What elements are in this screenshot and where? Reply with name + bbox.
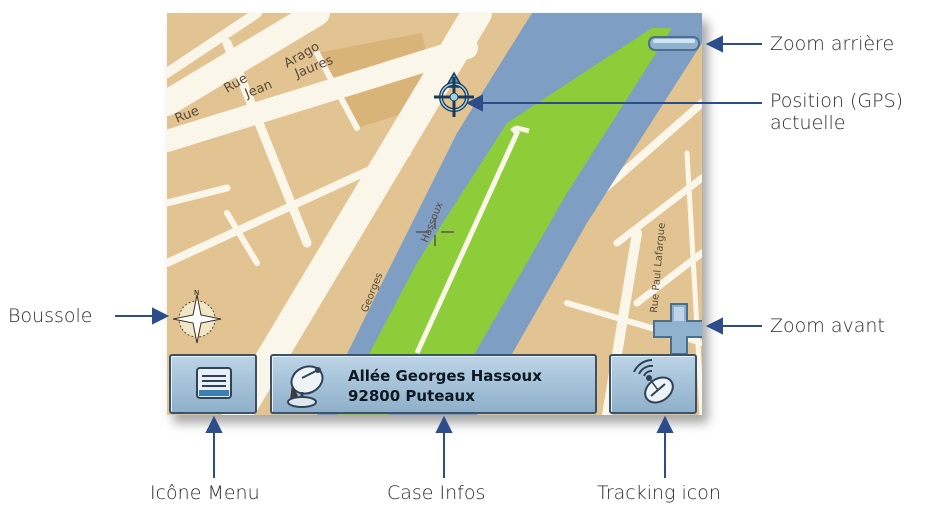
annotation-infos: Case Infos	[387, 482, 486, 504]
annotation-position-line1: Position (GPS)	[770, 90, 904, 112]
annotation-zoom-in: Zoom avant	[770, 315, 885, 337]
annotation-zoom-out: Zoom arrière	[770, 33, 895, 55]
annotation-position-line2: actuelle	[770, 112, 846, 134]
annotation-compass: Boussole	[8, 305, 93, 327]
annotation-arrows	[115, 35, 762, 478]
annotation-menu: Icône Menu	[150, 482, 260, 504]
annotation-tracking: Tracking icon	[597, 482, 721, 504]
